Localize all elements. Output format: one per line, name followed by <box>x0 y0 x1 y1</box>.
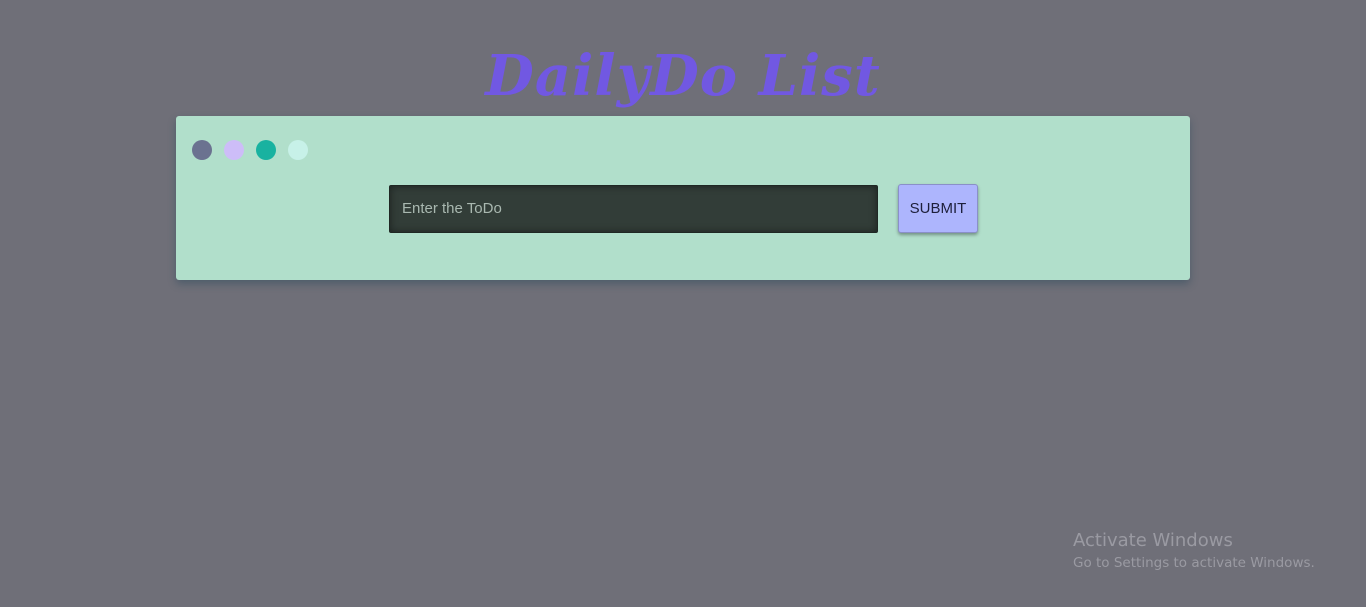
watermark-title: Activate Windows <box>1073 530 1233 551</box>
todo-form: SUBMIT <box>389 184 978 233</box>
todo-input[interactable] <box>389 184 878 233</box>
windows-activation-watermark: Activate Windows Go to Settings to activ… <box>1073 530 1315 574</box>
theme-dot-lavender[interactable] <box>224 140 244 160</box>
page: DailyDo List SUBMIT Activate Windows Go … <box>0 0 1366 607</box>
todo-card: SUBMIT <box>176 116 1190 280</box>
theme-dot-teal[interactable] <box>256 140 276 160</box>
theme-selector <box>192 140 320 160</box>
theme-dot-mint[interactable] <box>288 140 308 160</box>
watermark-subtitle: Go to Settings to activate Windows. <box>1073 555 1315 571</box>
app-title: DailyDo List <box>485 43 881 109</box>
submit-button[interactable]: SUBMIT <box>898 184 978 233</box>
theme-dot-slate[interactable] <box>192 140 212 160</box>
